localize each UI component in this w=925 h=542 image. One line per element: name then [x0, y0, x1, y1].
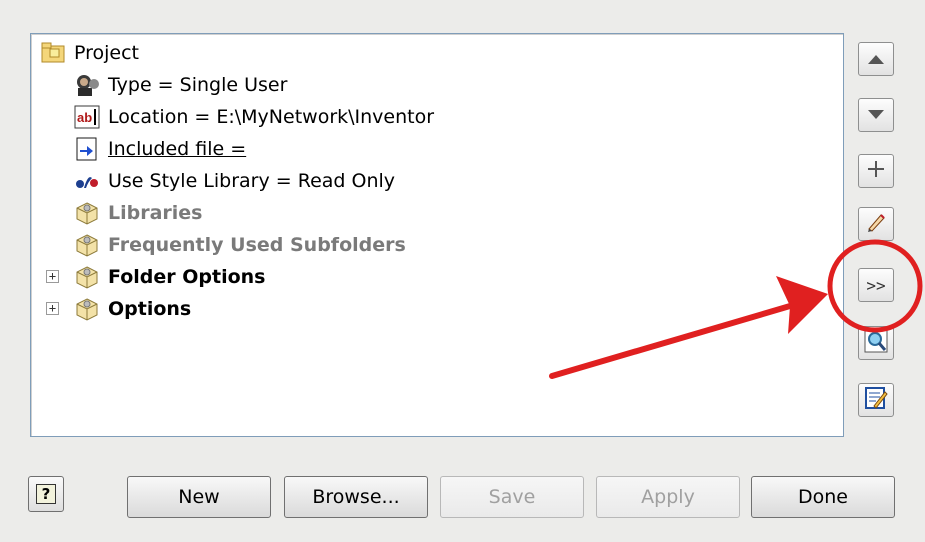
expand-options-icon[interactable]: + — [46, 302, 59, 315]
magnifier-icon — [864, 329, 888, 357]
move-down-button[interactable] — [858, 98, 894, 132]
library-box-icon — [74, 200, 100, 226]
style-library-icon — [74, 168, 100, 194]
tree-item-included-file[interactable]: Included file = — [74, 134, 246, 164]
help-button[interactable]: ? — [28, 476, 64, 512]
browse-button[interactable]: Browse... — [284, 476, 428, 518]
folder-project-icon — [40, 40, 66, 66]
find-button[interactable] — [858, 326, 894, 360]
tree-item-folder-options[interactable]: Folder Options — [74, 262, 265, 292]
tree-item-style-library[interactable]: Use Style Library = Read Only — [74, 166, 395, 196]
done-button-label: Done — [798, 486, 848, 508]
tree-item-folder-options-label: Folder Options — [108, 266, 266, 288]
tree-item-libraries[interactable]: Libraries — [74, 198, 203, 228]
edit-document-icon — [864, 386, 888, 414]
tree-root-label: Project — [74, 42, 140, 64]
tree-item-frequent-subfolders[interactable]: Frequently Used Subfolders — [74, 230, 406, 260]
user-type-icon — [74, 72, 100, 98]
tree-item-frequent-subfolders-label: Frequently Used Subfolders — [108, 234, 406, 256]
apply-button-label: Apply — [641, 486, 695, 508]
tree-root-project[interactable]: Project — [40, 38, 139, 68]
move-down-arrow-icon — [867, 106, 885, 125]
move-up-arrow-icon — [867, 50, 885, 69]
new-button-label: New — [178, 486, 220, 508]
more-options-label: >> — [866, 275, 886, 295]
tree-item-type[interactable]: Type = Single User — [74, 70, 287, 100]
tree-item-options-label: Options — [108, 298, 192, 320]
library-box-icon — [74, 264, 100, 290]
save-button[interactable]: Save — [440, 476, 584, 518]
tree-item-libraries-label: Libraries — [108, 202, 203, 224]
edit-button[interactable] — [858, 207, 894, 241]
tree-item-type-label: Type = Single User — [108, 74, 288, 96]
apply-button[interactable]: Apply — [596, 476, 740, 518]
tree-item-location-label: Location = E:\MyNetwork\Inventor — [108, 106, 435, 128]
browse-button-label: Browse... — [312, 486, 400, 508]
done-button[interactable]: Done — [751, 476, 895, 518]
tree-item-included-file-label: Included file = — [108, 138, 247, 160]
included-file-icon — [74, 136, 100, 162]
expand-folder-options-icon[interactable]: + — [46, 270, 59, 283]
tree-item-options[interactable]: Options — [74, 294, 191, 324]
help-icon: ? — [36, 484, 56, 504]
library-box-icon — [74, 296, 100, 322]
move-up-button[interactable] — [858, 42, 894, 76]
svg-text:ab: ab — [77, 110, 92, 125]
edit-file-button[interactable] — [858, 383, 894, 417]
library-box-icon — [74, 232, 100, 258]
tree-item-location[interactable]: ab Location = E:\MyNetwork\Inventor — [74, 102, 434, 132]
tree-item-style-library-label: Use Style Library = Read Only — [108, 170, 396, 192]
add-button[interactable] — [858, 154, 894, 188]
plus-icon — [866, 159, 886, 183]
save-button-label: Save — [488, 486, 536, 508]
pencil-icon — [865, 211, 887, 237]
new-button[interactable]: New — [127, 476, 271, 518]
ab-text-icon: ab — [74, 104, 100, 130]
more-options-button[interactable]: >> — [858, 268, 894, 302]
